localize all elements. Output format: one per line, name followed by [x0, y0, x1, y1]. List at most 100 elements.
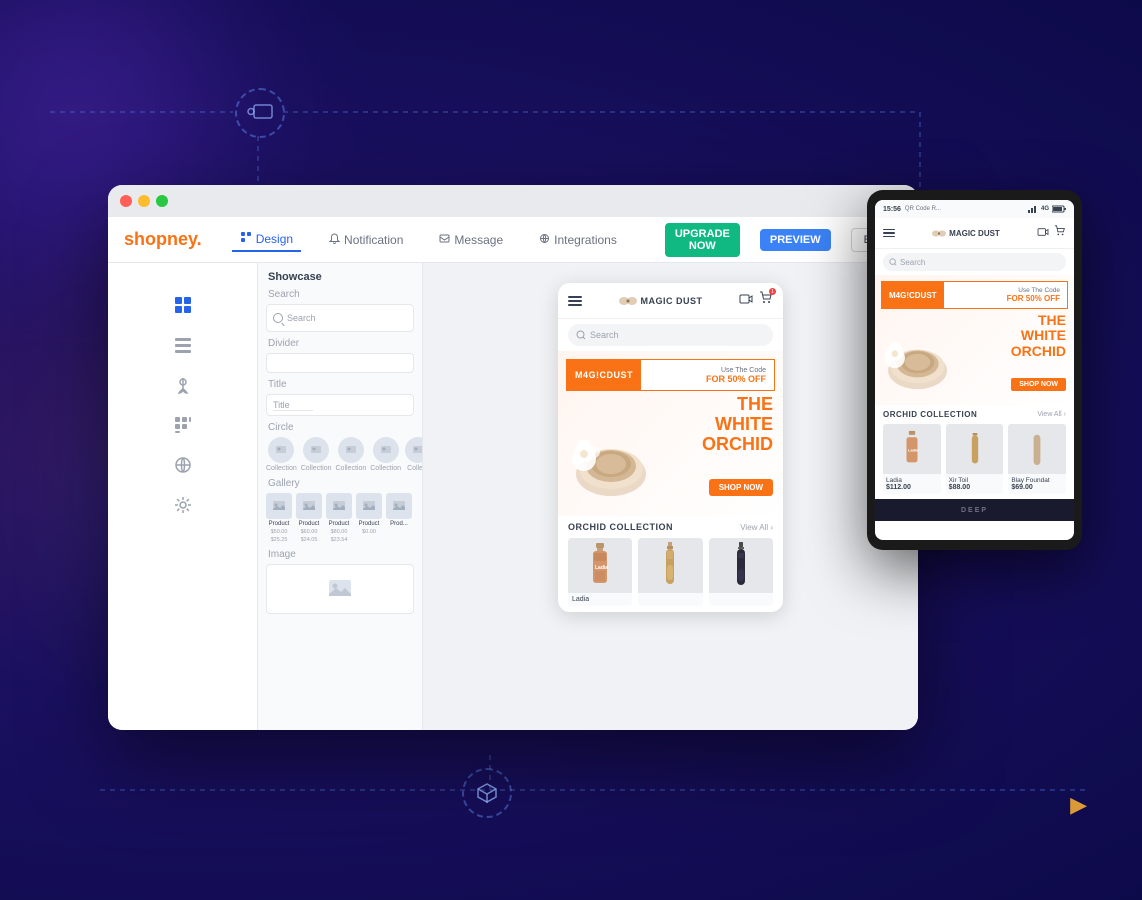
tablet-product-img-1	[946, 424, 1004, 474]
image-section-label: Image	[266, 549, 414, 560]
tablet-search-bar[interactable]: Search	[883, 253, 1066, 271]
tablet-bottom-bar: DEEP	[875, 499, 1074, 521]
tablet-banner-title: THE WHITE ORCHID	[1011, 313, 1066, 359]
tablet-promo-text2: FOR 50% OFF	[1007, 294, 1060, 303]
traffic-green-btn[interactable]	[156, 195, 168, 207]
gallery-product-name-4: Prod...	[390, 521, 408, 527]
gallery-item-3[interactable]: Product $0.00	[356, 493, 382, 543]
product-card-2[interactable]	[709, 538, 773, 606]
view-all-link[interactable]: View All ›	[740, 523, 773, 532]
circle-item-2[interactable]: Collection	[336, 437, 367, 472]
hamburger-menu[interactable]	[568, 296, 582, 306]
gallery-section-label: Gallery	[266, 478, 414, 489]
search-mini-icon	[273, 313, 283, 323]
battery-icon	[1052, 205, 1066, 213]
tablet-hamburger-menu[interactable]	[883, 229, 895, 238]
circle-item-4[interactable]: Colle...	[405, 437, 423, 472]
preview-button[interactable]: PREVIEW	[760, 229, 831, 251]
tablet-product-card-2[interactable]: Blay Foundat $69.00	[1008, 424, 1066, 494]
circle-item-1[interactable]: Collection	[301, 437, 332, 472]
tablet-product-image	[878, 319, 958, 397]
gallery-product-name-2: Product	[329, 521, 350, 527]
image-showcase-item[interactable]	[266, 564, 414, 614]
main-content-area: Showcase Search Search Divider Title Tit…	[108, 263, 918, 730]
sidebar-icon-layers[interactable]	[169, 291, 197, 319]
shopney-navbar: shopney. Design Notification Message In	[108, 217, 918, 263]
tablet-product-card-1[interactable]: Xir Toil $88.00	[946, 424, 1004, 494]
gallery-price-3: $0.00	[362, 529, 376, 535]
divider-showcase-item[interactable]	[266, 353, 414, 373]
showcase-panel: Showcase Search Search Divider Title Tit…	[258, 263, 423, 730]
circle-label-3: Collection	[370, 465, 401, 472]
tablet-collection-title: ORCHID COLLECTION	[883, 410, 977, 419]
circle-item-3[interactable]: Collection	[370, 437, 401, 472]
circle-img-0	[268, 437, 294, 463]
promo-code-box: M4G!CDUST	[567, 360, 641, 390]
tablet-view-all-link[interactable]: View All ›	[1037, 411, 1066, 418]
tablet-cart-icon[interactable]	[1054, 224, 1066, 242]
title-section-label: Title	[266, 379, 414, 390]
circle-showcase-row: Collection Collection Collection	[266, 437, 414, 472]
banner-product-image	[564, 414, 659, 504]
gallery-item-2[interactable]: Product $80.00 $23.54	[326, 493, 352, 543]
traffic-red-btn[interactable]	[120, 195, 132, 207]
tablet-shop-now-button[interactable]: SHOP NOW	[1011, 378, 1066, 391]
nav-tab-design[interactable]: Design	[232, 227, 301, 252]
upgrade-now-button[interactable]: UPGRADE NOW	[665, 223, 740, 257]
tablet-product-card-0[interactable]: Ladia Ladia $112.00	[883, 424, 941, 494]
plugin-node-icon	[235, 88, 285, 138]
tablet-promo-code-box: M4G!CDUST	[882, 282, 944, 308]
sidebar-icon-list[interactable]	[169, 331, 197, 359]
product-grid: Ladia Ladia	[568, 538, 773, 606]
gallery-img-3	[356, 493, 382, 519]
gallery-img-0	[266, 493, 292, 519]
nav-tab-message[interactable]: Message	[431, 229, 511, 251]
bell-icon	[329, 233, 340, 247]
product-card-0[interactable]: Ladia Ladia	[568, 538, 632, 606]
gallery-item-1[interactable]: Product $60.00 $24.05	[296, 493, 322, 543]
tablet-video-icon[interactable]	[1037, 224, 1049, 242]
gallery-item-4[interactable]: Prod...	[386, 493, 412, 543]
sidebar-icon-settings[interactable]	[169, 491, 197, 519]
gallery-product-name-1: Product	[299, 521, 320, 527]
product-info-1	[638, 593, 702, 599]
tablet-screen: 15:56 QR Code R... 4G	[875, 200, 1074, 540]
app-preview-area: MAGIC DUST 1	[423, 263, 918, 730]
showcase-panel-title: Showcase	[266, 271, 414, 283]
message-icon	[439, 233, 450, 247]
tablet-banner: M4G!CDUST Use The Code FOR 50% OFF THE W…	[875, 275, 1074, 405]
search-showcase-item[interactable]: Search	[266, 304, 414, 332]
circle-item-0[interactable]: Collection	[266, 437, 297, 472]
sidebar-icon-drop[interactable]	[169, 371, 197, 399]
gallery-showcase-row: Product $50.00 $25.25 Product $60.00 $24…	[266, 493, 414, 543]
title-showcase-item[interactable]: Title	[266, 394, 414, 416]
product-img-2	[709, 538, 773, 593]
traffic-yellow-btn[interactable]	[138, 195, 150, 207]
arrow-right-icon: ▶	[1070, 792, 1087, 818]
phone-search-bar[interactable]: Search	[568, 324, 773, 346]
phone-header-right-icons: 1	[739, 291, 773, 310]
title-showcase-text: Title	[273, 400, 313, 411]
phone-mockup: MAGIC DUST 1	[558, 283, 783, 612]
shop-now-button[interactable]: SHOP NOW	[709, 479, 773, 496]
gallery-product-name-3: Product	[359, 521, 380, 527]
cart-icon-wrapper[interactable]: 1	[759, 291, 773, 310]
phone-search-placeholder: Search	[590, 330, 619, 340]
tablet-product-grid: Ladia Ladia $112.00	[883, 424, 1066, 494]
nav-tab-notification[interactable]: Notification	[321, 229, 411, 251]
sidebar-icons	[108, 263, 258, 730]
gallery-item-0[interactable]: Product $50.00 $25.25	[266, 493, 292, 543]
circle-section-label: Circle	[266, 422, 414, 433]
tablet-header-icons	[1037, 224, 1066, 242]
sidebar-icon-grid[interactable]	[169, 411, 197, 439]
signal-icon	[1028, 205, 1038, 213]
video-icon[interactable]	[739, 292, 753, 310]
collection-header: ORCHID COLLECTION View All ›	[568, 522, 773, 532]
tablet-search-placeholder: Search	[900, 258, 925, 267]
product-card-1[interactable]	[638, 538, 702, 606]
brand-logo-icon	[619, 294, 637, 308]
tablet-product-price-2: $69.00	[1011, 484, 1063, 491]
tablet-product-price-0: $112.00	[886, 484, 938, 491]
sidebar-icon-globe[interactable]	[169, 451, 197, 479]
nav-tab-integrations[interactable]: Integrations	[531, 229, 625, 251]
